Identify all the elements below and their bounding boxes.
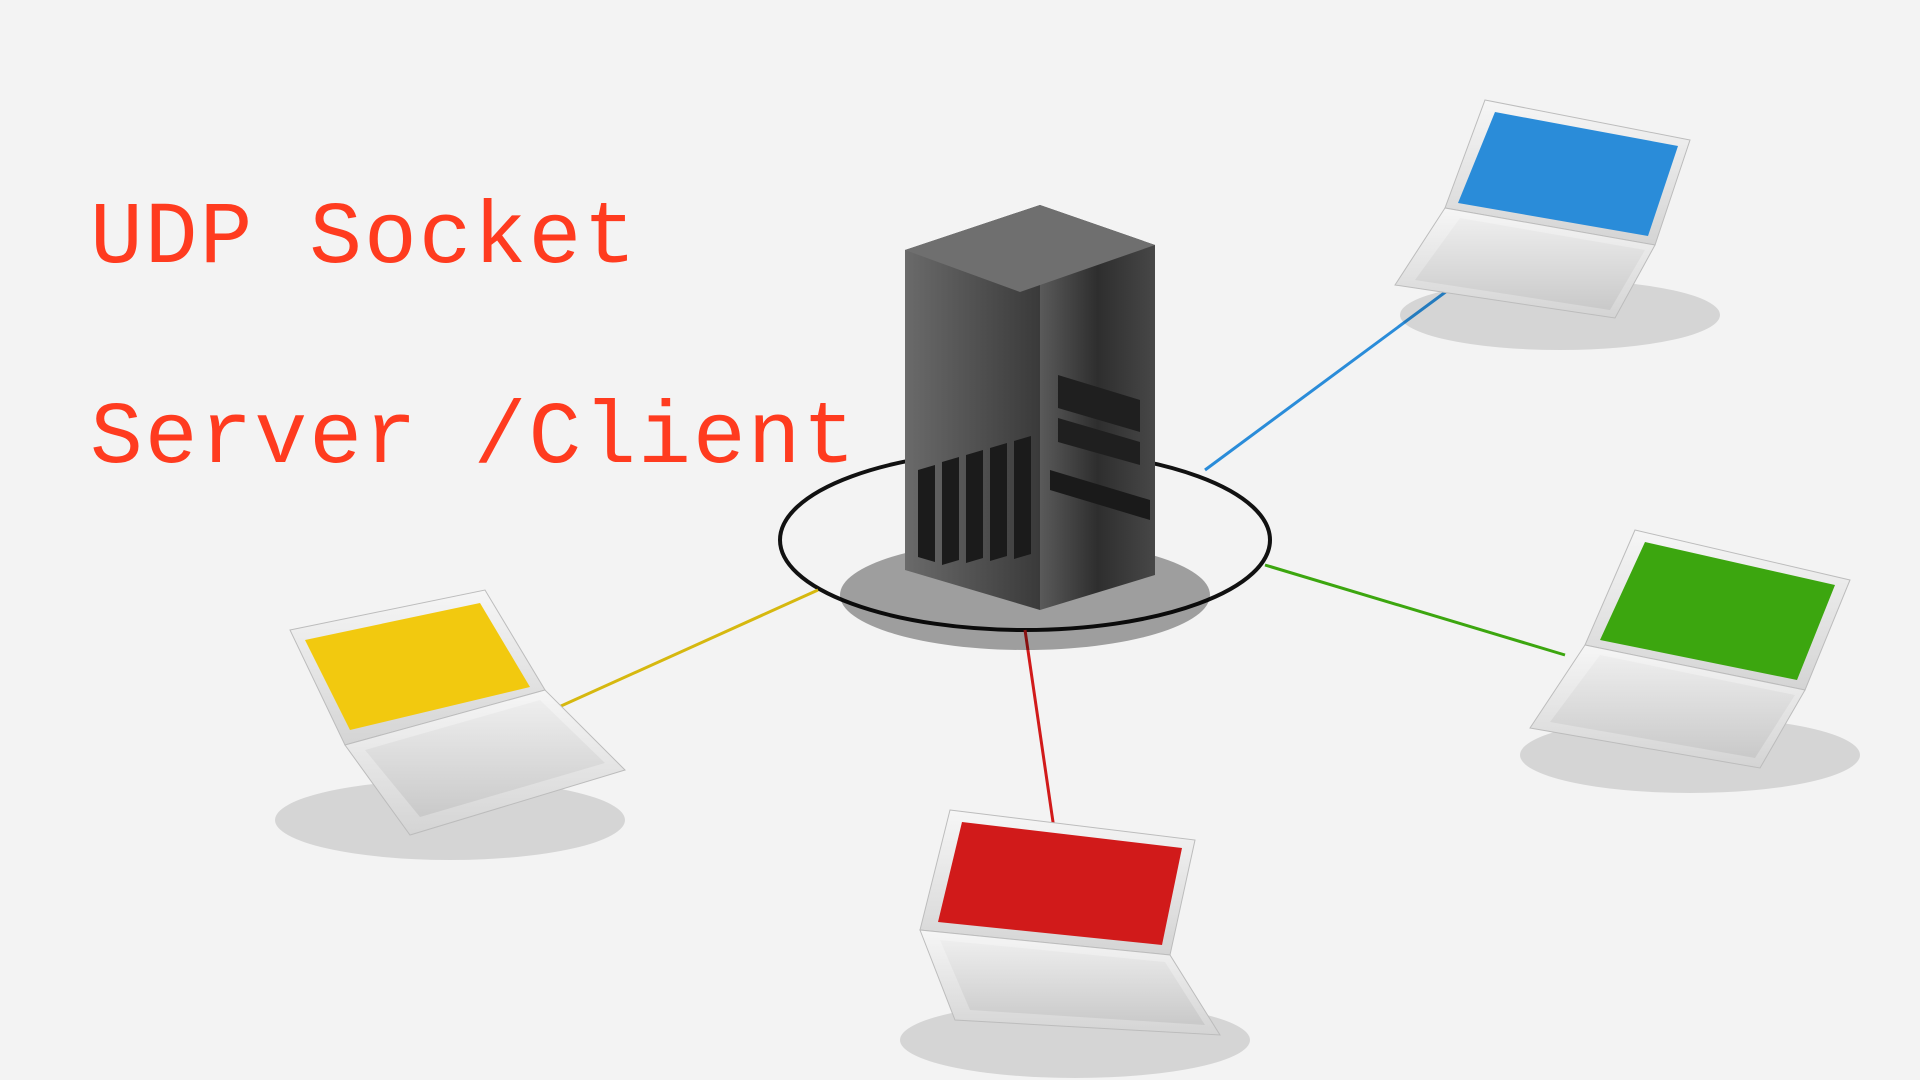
diagram-stage: UDP Socket Server /Client xyxy=(0,0,1920,1080)
laptop-blue-icon xyxy=(1395,100,1720,350)
laptops-layer xyxy=(0,0,1920,1080)
laptop-yellow-icon xyxy=(275,590,625,860)
laptop-green-icon xyxy=(1520,530,1860,793)
laptop-red-icon xyxy=(900,810,1250,1078)
